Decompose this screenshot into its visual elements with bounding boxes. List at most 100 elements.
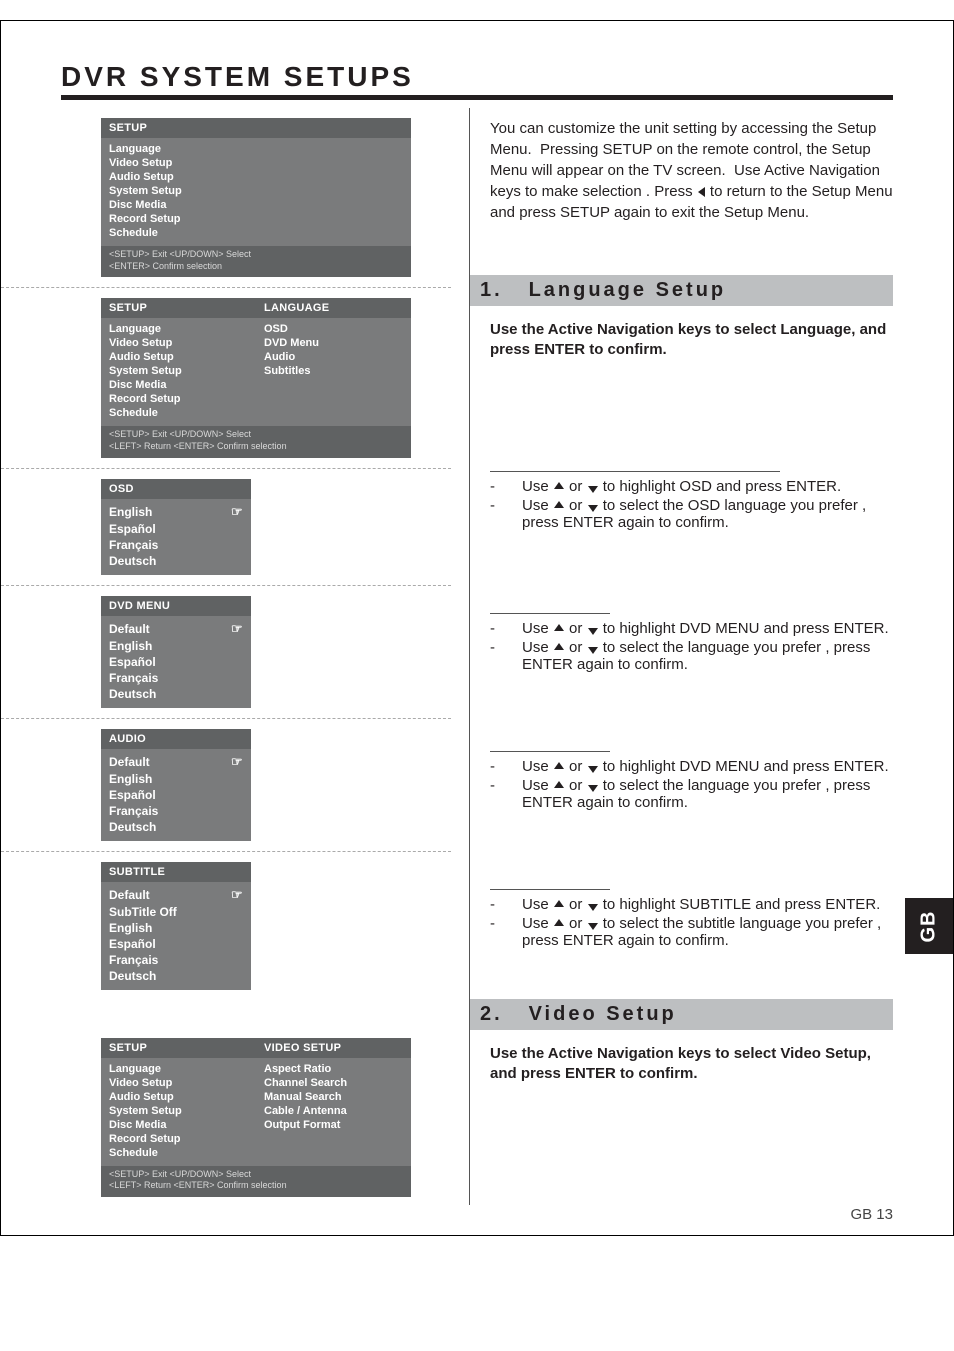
submenu-item[interactable]: Channel Search — [264, 1076, 403, 1090]
setup-menu-main: SETUP Language Video Setup Audio Setup S… — [101, 118, 411, 277]
step-audio: -Use or to highlight DVD MENU and press … — [490, 751, 893, 811]
dvdmenu-item[interactable]: Default☜ — [109, 620, 243, 638]
osd-menu: OSD English☜ Español Français Deutsch — [101, 479, 251, 575]
triangle-down-icon — [588, 628, 598, 635]
menu-item[interactable]: Audio Setup — [109, 170, 403, 184]
menu-item[interactable]: Disc Media — [109, 1118, 248, 1132]
osd-item[interactable]: English☜ — [109, 503, 243, 521]
step-text: Use or to select the language you prefer… — [522, 639, 893, 673]
menu-header: SETUP — [101, 1038, 256, 1058]
triangle-up-icon — [554, 762, 564, 769]
dvdmenu-item[interactable]: Español — [109, 654, 243, 670]
section-1-instruction: Use the Active Navigation keys to select… — [490, 320, 893, 361]
audio-header: AUDIO — [101, 729, 251, 749]
menu-item[interactable]: Audio Setup — [109, 1090, 248, 1104]
audio-item[interactable]: Español — [109, 787, 243, 803]
side-tab: GB — [905, 898, 953, 954]
menu-items: Language Video Setup Audio Setup System … — [101, 138, 411, 246]
triangle-up-icon — [554, 643, 564, 650]
footer-line: <SETUP> Exit <UP/DOWN> Select — [109, 249, 403, 261]
section-number: 1. — [480, 279, 520, 302]
triangle-up-icon — [554, 482, 564, 489]
section-1-heading: 1. Language Setup — [470, 275, 893, 306]
menu-item[interactable]: Language — [109, 322, 248, 336]
menu-item[interactable]: Schedule — [109, 406, 248, 420]
hand-icon: ☜ — [231, 887, 243, 903]
step-text: Use or to highlight SUBTITLE and press E… — [522, 896, 880, 913]
menu-item[interactable]: System Setup — [109, 184, 403, 198]
submenu-item[interactable]: DVD Menu — [264, 336, 403, 350]
audio-item[interactable]: Default☜ — [109, 753, 243, 771]
subtitle-item[interactable]: Deutsch — [109, 968, 243, 984]
audio-item[interactable]: Deutsch — [109, 819, 243, 835]
submenu-item[interactable]: Cable / Antenna — [264, 1104, 403, 1118]
submenu-item[interactable]: OSD — [264, 322, 403, 336]
footer-line: <ENTER> Confirm selection — [109, 261, 403, 273]
menu-item[interactable]: Schedule — [109, 1146, 248, 1160]
triangle-up-icon — [554, 501, 564, 508]
triangle-up-icon — [554, 919, 564, 926]
submenu-item[interactable]: Subtitles — [264, 364, 403, 378]
submenu-item[interactable]: Manual Search — [264, 1090, 403, 1104]
intro-text: You can customize the unit setting by ac… — [490, 118, 893, 223]
submenu-header: LANGUAGE — [256, 298, 411, 318]
rule-line — [490, 471, 780, 472]
submenu-item[interactable]: Output Format — [264, 1118, 403, 1132]
menu-item[interactable]: Video Setup — [109, 336, 248, 350]
dvdmenu-header: DVD MENU — [101, 596, 251, 616]
step-text: Use or to highlight DVD MENU and press E… — [522, 758, 889, 775]
audio-item[interactable]: English — [109, 771, 243, 787]
subtitle-item[interactable]: Default☜ — [109, 886, 243, 904]
audio-item[interactable]: Français — [109, 803, 243, 819]
submenu-item[interactable]: Aspect Ratio — [264, 1062, 403, 1076]
page-title: DVR SYSTEM SETUPS — [61, 61, 893, 100]
triangle-down-icon — [588, 785, 598, 792]
menu-item[interactable]: Schedule — [109, 226, 403, 240]
left-column: SETUP Language Video Setup Audio Setup S… — [61, 108, 441, 1205]
menu-item[interactable]: Disc Media — [109, 378, 248, 392]
menu-item[interactable]: Video Setup — [109, 1076, 248, 1090]
menu-header: SETUP — [101, 118, 411, 138]
dvdmenu-item[interactable]: Français — [109, 670, 243, 686]
hand-icon: ☜ — [231, 621, 243, 637]
osd-item-label: English — [109, 505, 152, 519]
triangle-down-icon — [588, 766, 598, 773]
osd-header: OSD — [101, 479, 251, 499]
page: DVR SYSTEM SETUPS SETUP Language Video S… — [0, 20, 954, 1236]
subtitle-item[interactable]: SubTitle Off — [109, 904, 243, 920]
osd-item[interactable]: Français — [109, 537, 243, 553]
subtitle-item[interactable]: Español — [109, 936, 243, 952]
menu-item[interactable]: Record Setup — [109, 1132, 248, 1146]
osd-item[interactable]: Español — [109, 521, 243, 537]
menu-item[interactable]: Disc Media — [109, 198, 403, 212]
menu-item[interactable]: Audio Setup — [109, 350, 248, 364]
section-2-instruction: Use the Active Navigation keys to select… — [490, 1044, 893, 1085]
step-text: Use or to highlight OSD and press ENTER. — [522, 478, 841, 495]
subtitle-item[interactable]: English — [109, 920, 243, 936]
triangle-down-icon — [588, 647, 598, 654]
subtitle-item[interactable]: Français — [109, 952, 243, 968]
menu-item[interactable]: Record Setup — [109, 212, 403, 226]
subtitle-menu: SUBTITLE Default☜ SubTitle Off English E… — [101, 862, 251, 990]
dvdmenu-item[interactable]: Deutsch — [109, 686, 243, 702]
submenu-item[interactable]: Audio — [264, 350, 403, 364]
section-2-heading: 2. Video Setup — [470, 999, 893, 1030]
menu-item[interactable]: Video Setup — [109, 156, 403, 170]
osd-item[interactable]: Deutsch — [109, 553, 243, 569]
menu-item[interactable]: Record Setup — [109, 392, 248, 406]
dashed-separator — [1, 718, 451, 719]
two-column-layout: SETUP Language Video Setup Audio Setup S… — [61, 108, 893, 1205]
dvdmenu-item[interactable]: English — [109, 638, 243, 654]
menu-header: SETUP — [101, 298, 256, 318]
menu-item[interactable]: System Setup — [109, 364, 248, 378]
dashed-separator — [1, 851, 451, 852]
triangle-up-icon — [554, 781, 564, 788]
menu-item[interactable]: Language — [109, 142, 403, 156]
submenu-header: VIDEO SETUP — [256, 1038, 411, 1058]
section-title: Language Setup — [529, 279, 727, 301]
menu-item[interactable]: Language — [109, 1062, 248, 1076]
triangle-left-icon — [698, 187, 705, 197]
menu-item[interactable]: System Setup — [109, 1104, 248, 1118]
triangle-down-icon — [588, 505, 598, 512]
side-tab-label: GB — [918, 910, 941, 942]
